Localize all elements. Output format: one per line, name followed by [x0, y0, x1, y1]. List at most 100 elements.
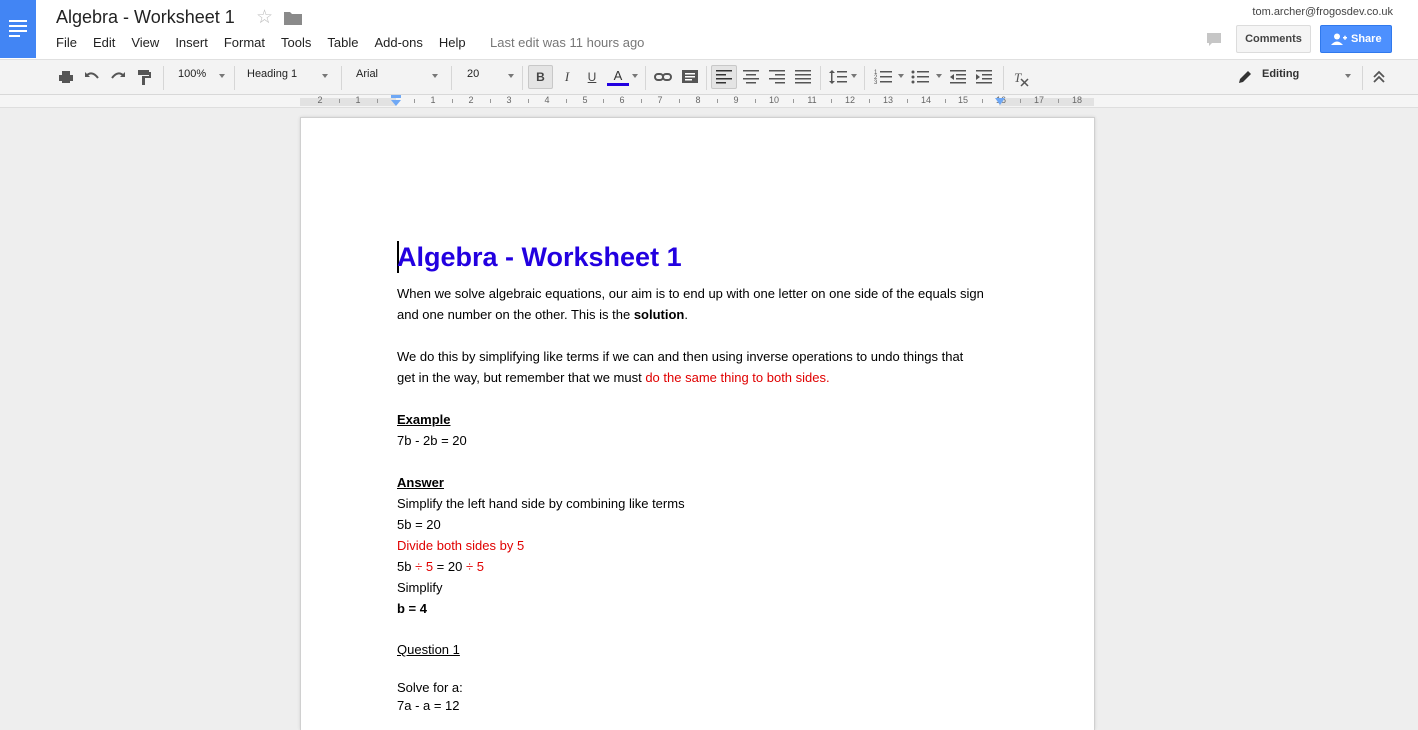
style-select[interactable]: Heading 1 — [247, 68, 297, 80]
document-title[interactable]: Algebra - Worksheet 1 — [56, 7, 235, 28]
chat-icon[interactable] — [1201, 30, 1227, 50]
document-heading[interactable]: Algebra - Worksheet 1 — [397, 241, 682, 273]
undo-icon[interactable] — [82, 65, 102, 89]
menu-file[interactable]: File — [56, 35, 77, 50]
menu-table[interactable]: Table — [327, 35, 358, 50]
insert-comment-icon[interactable] — [680, 65, 700, 89]
document-page[interactable]: Algebra - Worksheet 1 When we solve alge… — [300, 117, 1095, 730]
ruler-label: 1 — [430, 95, 436, 105]
italic-button[interactable]: I — [557, 65, 577, 89]
menu-edit[interactable]: Edit — [93, 35, 115, 50]
bulleted-list-icon[interactable] — [910, 65, 930, 89]
ruler-label: 1 — [355, 95, 361, 105]
ruler-left-margin — [300, 98, 396, 106]
ruler-label: 5 — [582, 95, 588, 105]
red-text: do the same thing to both sides. — [645, 370, 830, 385]
answer-step[interactable]: Simplify the left hand side by combining… — [397, 495, 685, 513]
ruler-label: 11 — [807, 95, 817, 105]
example-heading[interactable]: Example — [397, 411, 450, 429]
ruler-label: 10 — [768, 95, 780, 105]
answer-step[interactable]: Divide both sides by 5 — [397, 537, 524, 555]
question-prompt[interactable]: Solve for a: — [397, 679, 463, 697]
svg-text:T: T — [1014, 70, 1022, 85]
ruler-label: 9 — [733, 95, 739, 105]
paint-format-icon[interactable] — [134, 65, 154, 89]
share-button[interactable]: Share — [1320, 25, 1392, 53]
ruler-label: 14 — [920, 95, 932, 105]
paragraph-line[interactable]: and one number on the other. This is the… — [397, 306, 688, 324]
ruler-label: 7 — [657, 95, 663, 105]
ruler[interactable]: 2 1 1 2 3 4 5 6 7 8 9 10 11 12 13 14 15 … — [0, 95, 1418, 108]
font-select[interactable]: Arial — [356, 68, 378, 80]
font-caret-icon — [432, 74, 438, 78]
collapse-menu-icon[interactable] — [1369, 65, 1389, 89]
account-email[interactable]: tom.archer@frogosdev.co.uk — [1252, 6, 1393, 18]
text-color-button[interactable]: A — [607, 65, 629, 89]
font-size-select[interactable]: 20 — [467, 68, 479, 80]
paragraph-line[interactable]: We do this by simplifying like terms if … — [397, 348, 963, 366]
decrease-indent-icon[interactable] — [948, 65, 968, 89]
paragraph-line[interactable]: When we solve algebraic equations, our a… — [397, 285, 984, 303]
last-edit-status[interactable]: Last edit was 11 hours ago — [490, 35, 644, 50]
answer-step[interactable]: Simplify — [397, 579, 443, 597]
answer-result[interactable]: b = 4 — [397, 600, 427, 618]
align-center-icon[interactable] — [742, 65, 760, 89]
formatting-toolbar: 100% Heading 1 Arial 20 B I U A 1 2 3 T … — [0, 59, 1418, 95]
left-indent-marker-icon[interactable] — [390, 95, 402, 108]
align-right-icon[interactable] — [768, 65, 786, 89]
ruler-label: 8 — [695, 95, 701, 105]
text-run: . — [684, 307, 688, 322]
ruler-label: 15 — [957, 95, 969, 105]
comments-button[interactable]: Comments — [1236, 25, 1311, 53]
link-icon[interactable] — [653, 65, 673, 89]
menu-bar: File Edit View Insert Format Tools Table… — [56, 35, 482, 50]
editing-mode-select[interactable]: Editing — [1262, 68, 1299, 80]
question-equation[interactable]: 7a - a = 12 — [397, 697, 460, 715]
ruler-label: 6 — [619, 95, 625, 105]
docs-logo-icon[interactable] — [0, 0, 36, 58]
line-spacing-icon[interactable] — [828, 65, 848, 89]
menu-add-ons[interactable]: Add-ons — [374, 35, 422, 50]
zoom-select[interactable]: 100% — [178, 68, 206, 80]
app-header: Algebra - Worksheet 1 ☆ File Edit View I… — [0, 0, 1418, 60]
menu-insert[interactable]: Insert — [175, 35, 208, 50]
example-equation[interactable]: 7b - 2b = 20 — [397, 432, 467, 450]
right-indent-marker-icon[interactable] — [994, 95, 1006, 108]
redo-icon[interactable] — [108, 65, 128, 89]
bold-button[interactable]: B — [528, 65, 553, 89]
text-run: = 20 — [433, 559, 466, 574]
paragraph-line[interactable]: get in the way, but remember that we mus… — [397, 369, 830, 387]
folder-icon[interactable] — [284, 11, 302, 25]
numbered-list-icon[interactable]: 123 — [873, 65, 893, 89]
add-person-icon — [1331, 33, 1347, 45]
menu-tools[interactable]: Tools — [281, 35, 311, 50]
ruler-label: 17 — [1033, 95, 1045, 105]
style-caret-icon — [322, 74, 328, 78]
menu-help[interactable]: Help — [439, 35, 466, 50]
answer-step[interactable]: 5b = 20 — [397, 516, 441, 534]
clear-formatting-icon[interactable]: T — [1011, 65, 1031, 89]
menu-view[interactable]: View — [131, 35, 159, 50]
numbered-list-caret-icon — [898, 74, 904, 78]
text-run: 5b — [397, 559, 416, 574]
svg-text:3: 3 — [874, 80, 878, 86]
text-color-caret-icon — [632, 74, 638, 78]
text-color-label: A — [613, 67, 623, 83]
answer-step[interactable]: 5b ÷ 5 = 20 ÷ 5 — [397, 558, 484, 576]
bulleted-list-caret-icon — [936, 74, 942, 78]
ruler-label: 2 — [468, 95, 474, 105]
menu-format[interactable]: Format — [224, 35, 265, 50]
answer-heading[interactable]: Answer — [397, 474, 444, 492]
question-heading[interactable]: Question 1 — [397, 641, 460, 659]
ruler-label: 2 — [317, 95, 323, 105]
ruler-label: 13 — [882, 95, 894, 105]
star-icon[interactable]: ☆ — [256, 6, 273, 29]
pencil-icon — [1239, 71, 1251, 83]
align-justify-icon[interactable] — [794, 65, 812, 89]
increase-indent-icon[interactable] — [974, 65, 994, 89]
underline-button[interactable]: U — [582, 65, 602, 89]
red-text: ÷ 5 — [465, 559, 484, 574]
align-left-icon — [716, 70, 732, 84]
print-icon[interactable] — [56, 65, 76, 89]
align-left-button[interactable] — [711, 65, 737, 89]
